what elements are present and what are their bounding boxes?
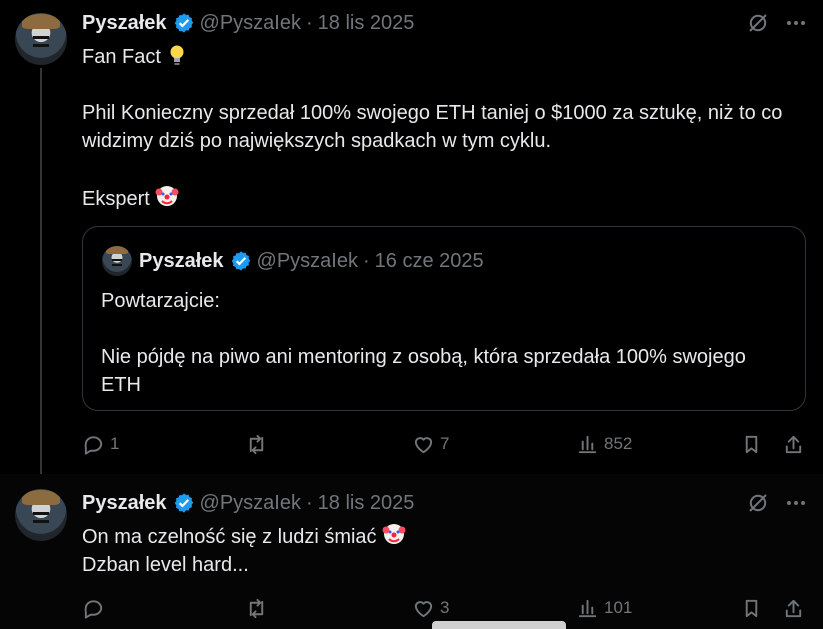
quoted-timestamp[interactable]: 16 cze 2025 (375, 250, 484, 273)
quoted-line: Powtarzajcie: (101, 290, 220, 312)
quoted-header: Pyszałek @PyszaIek · 16 cze 2025 (139, 247, 484, 275)
repost-icon (249, 434, 264, 454)
author-handle[interactable]: @PyszaIek (200, 12, 301, 35)
like-icon (414, 436, 433, 453)
avatar[interactable] (15, 489, 67, 541)
share-button[interactable] (782, 428, 805, 460)
grok-icon[interactable] (746, 11, 770, 35)
tweet-text: On ma czelność się z ludzi śmiać Dzban l… (82, 521, 812, 579)
verified-badge-icon[interactable] (230, 250, 252, 272)
views-icon (578, 435, 597, 453)
tweet-actions: 1 7 852 (82, 428, 812, 460)
reply-button[interactable]: 1 (82, 428, 119, 460)
bookmark-icon (745, 435, 758, 453)
bookmark-button[interactable] (740, 592, 763, 624)
quoted-avatar[interactable] (102, 246, 132, 276)
tweet-1[interactable]: Pyszałek @PyszaIek · 18 lis 2025 Fan Fac… (0, 0, 823, 482)
separator-dot: · (305, 491, 313, 514)
repost-button[interactable] (245, 428, 273, 460)
lightbulb-icon (170, 45, 184, 65)
verified-badge-icon[interactable] (173, 12, 195, 34)
author-handle[interactable]: @PyszaIek (200, 492, 301, 515)
quoted-tweet[interactable]: Pyszałek @PyszaIek · 16 cze 2025 Powtarz… (82, 226, 806, 411)
like-count: 3 (440, 598, 450, 617)
tweet-header: Pyszałek @PyszaIek · 18 lis 2025 (82, 491, 414, 515)
bookmark-icon (745, 599, 758, 617)
repost-button[interactable] (245, 592, 273, 624)
like-button[interactable]: 7 (412, 428, 449, 460)
timestamp[interactable]: 18 lis 2025 (318, 492, 415, 515)
share-icon (785, 599, 802, 617)
quoted-handle[interactable]: @PyszaIek (257, 250, 358, 273)
author-name[interactable]: Pyszałek (82, 12, 167, 35)
avatar[interactable] (15, 13, 67, 65)
more-icon[interactable] (784, 11, 808, 35)
thread-line (40, 68, 42, 482)
like-count: 7 (440, 434, 450, 453)
bookmark-button[interactable] (740, 428, 763, 460)
reply-icon (84, 435, 103, 455)
author-name[interactable]: Pyszałek (82, 492, 167, 515)
tweet-line: Ekspert (82, 188, 150, 210)
share-icon (785, 435, 802, 453)
quoted-line: Nie pójdę na piwo ani mentoring z osobą,… (101, 346, 746, 396)
quoted-author-name[interactable]: Pyszałek (139, 250, 224, 273)
timestamp[interactable]: 18 lis 2025 (318, 12, 415, 35)
tweet-2[interactable]: Pyszałek @PyszaIek · 18 lis 2025 On ma c… (0, 474, 823, 629)
tweet-text: Fan Fact Phil Konieczny sprzedał 100% sw… (82, 43, 812, 213)
scrollbar-thumb[interactable] (432, 621, 566, 629)
repost-icon (249, 598, 264, 618)
grok-icon[interactable] (746, 491, 770, 515)
tweet-actions: 3 101 (82, 592, 812, 624)
views-button[interactable]: 101 (576, 592, 632, 624)
reply-count: 1 (110, 434, 120, 453)
views-button[interactable]: 852 (576, 428, 632, 460)
quoted-text: Powtarzajcie: Nie pójdę na piwo ani ment… (101, 287, 781, 399)
views-icon (578, 599, 597, 617)
more-icon[interactable] (784, 491, 808, 515)
share-button[interactable] (782, 592, 805, 624)
like-button[interactable]: 3 (412, 592, 449, 624)
view-count: 101 (604, 598, 633, 617)
separator-dot: · (362, 249, 370, 272)
clown-face-icon (155, 186, 179, 206)
tweet-line: Phil Konieczny sprzedał 100% swojego ETH… (82, 102, 783, 152)
tweet-line: Fan Fact (82, 46, 161, 68)
view-count: 852 (604, 434, 633, 453)
verified-badge-icon[interactable] (173, 492, 195, 514)
tweet-line: Dzban level hard... (82, 554, 249, 576)
reply-icon (84, 599, 103, 619)
tweet-line: On ma czelność się z ludzi śmiać (82, 526, 377, 548)
tweet-header: Pyszałek @PyszaIek · 18 lis 2025 (82, 11, 414, 35)
like-icon (414, 600, 433, 617)
reply-button[interactable] (82, 592, 110, 624)
clown-face-icon (382, 524, 406, 544)
separator-dot: · (305, 11, 313, 34)
